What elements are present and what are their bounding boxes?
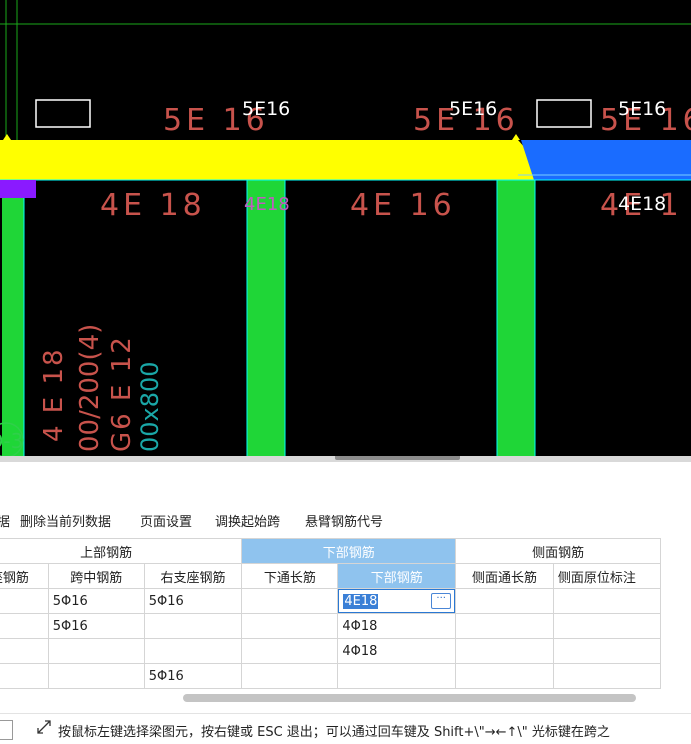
rebar-table: 上部钢筋 下部钢筋 侧面钢筋 座钢筋 跨中钢筋 右支座钢筋 下通长筋 下部钢筋 …	[0, 538, 662, 689]
table-cell[interactable]	[337, 663, 457, 689]
col-header-right-support-rebar[interactable]: 右支座钢筋	[143, 563, 243, 589]
col-header-side-continuous[interactable]: 侧面通长筋	[455, 563, 554, 589]
table-cell[interactable]	[455, 613, 554, 639]
grid-toolbar: 据 删除当前列数据 页面设置 调换起始跨 悬臂钢筋代号	[0, 508, 691, 532]
table-cell[interactable]	[143, 638, 243, 664]
table-cell[interactable]: 5Φ16	[47, 588, 145, 614]
toolbar-item-truncated[interactable]: 据	[0, 511, 10, 530]
column-left	[2, 180, 24, 456]
col-header-side-in-situ[interactable]: 侧面原位标注	[552, 563, 662, 589]
horizontal-scrollbar[interactable]	[183, 694, 636, 702]
col-header-bottom-continuous[interactable]: 下通长筋	[241, 563, 339, 589]
table-cell[interactable]	[241, 613, 339, 639]
table-cell[interactable]	[552, 613, 662, 639]
col-header-bottom-rebar[interactable]: 下部钢筋	[337, 563, 457, 589]
table-row: 5Φ16 4Φ18	[0, 613, 662, 639]
label-box-2	[536, 99, 592, 128]
vertical-label-3: G6 E 12	[107, 335, 137, 452]
beam-selected-yellow	[0, 140, 534, 180]
vertical-label-2: 00/200(4)	[75, 324, 105, 452]
table-cell[interactable]	[552, 588, 662, 614]
table-cell[interactable]	[241, 638, 339, 664]
beam-drawing[interactable]: 5E 16 5E 16 5E 16 5E16 5E16 5E16 4E 18 4…	[0, 0, 691, 456]
table-row: 5Φ16 5Φ16 4E18 ···	[0, 588, 662, 614]
status-bar: 按鼠标左键选择梁图元，按右键或 ESC 退出；可以通过回车键及 Shift+\"…	[0, 713, 691, 744]
table-cell[interactable]	[241, 588, 339, 614]
vertical-label-1: 4 E 18	[39, 347, 69, 442]
table-cell[interactable]	[0, 588, 49, 614]
cantilever-rebar-code-button[interactable]: 悬臂钢筋代号	[305, 511, 383, 530]
label-box-1	[35, 99, 91, 128]
table-cell[interactable]: 4Φ18	[337, 613, 457, 639]
table-cell[interactable]: 5Φ16	[143, 663, 243, 689]
table-cell[interactable]	[0, 663, 49, 689]
cell-editor-value[interactable]: 4E18	[343, 593, 379, 609]
beam-blue	[521, 140, 691, 180]
swap-start-span-button[interactable]: 调换起始跨	[215, 511, 280, 530]
table-cell[interactable]	[455, 663, 554, 689]
cell-editor[interactable]: 4E18 ···	[338, 589, 455, 613]
col-header-midspan-rebar[interactable]: 跨中钢筋	[47, 563, 145, 589]
page-settings-button[interactable]: 页面设置	[140, 511, 192, 530]
table-cell[interactable]	[0, 638, 49, 664]
table-cell[interactable]: 4Φ18	[337, 638, 457, 664]
table-cell[interactable]	[455, 588, 554, 614]
table-cell[interactable]: 5Φ16	[47, 613, 145, 639]
top-rebar-white-1: 5E16	[242, 98, 290, 120]
table-cell[interactable]	[552, 663, 662, 689]
column-right	[497, 180, 535, 456]
bottom-rebar-white: 4E18	[618, 193, 666, 215]
ellipsis-button[interactable]: ···	[431, 593, 452, 609]
table-cell[interactable]	[47, 663, 145, 689]
marker-purple	[0, 180, 36, 198]
table-cell[interactable]	[47, 638, 145, 664]
group-header-bottom-rebar[interactable]: 下部钢筋	[241, 538, 457, 564]
table-cell[interactable]	[552, 638, 662, 664]
bottom-rebar-magenta: 4E18	[244, 194, 290, 215]
delete-column-data-button[interactable]: 删除当前列数据	[20, 511, 111, 530]
vertical-label-cyan: 00x800	[136, 361, 164, 452]
panel-icon[interactable]	[0, 720, 13, 740]
bottom-rebar-red-2: 4E 16	[350, 188, 456, 223]
group-header-side-rebar: 侧面钢筋	[455, 538, 661, 564]
top-rebar-white-2: 5E16	[449, 98, 497, 120]
splitter-grip[interactable]	[335, 456, 460, 460]
table-row: 5Φ16	[0, 663, 662, 689]
table-cell[interactable]	[455, 638, 554, 664]
table-cell[interactable]	[143, 613, 243, 639]
table-row: 4Φ18	[0, 638, 662, 664]
table-cell-editing[interactable]: 4E18 ···	[337, 588, 457, 614]
bottom-rebar-red-1: 4E 18	[100, 188, 206, 223]
table-cell[interactable]	[241, 663, 339, 689]
status-text: 按鼠标左键选择梁图元，按右键或 ESC 退出；可以通过回车键及 Shift+\"…	[58, 725, 610, 740]
top-rebar-white-3: 5E16	[618, 98, 666, 120]
table-cell[interactable]: 5Φ16	[143, 588, 243, 614]
column-middle	[247, 180, 285, 456]
table-cell[interactable]	[0, 613, 49, 639]
axis-bubble-label: D-3	[0, 429, 23, 453]
col-header-support-rebar[interactable]: 座钢筋	[0, 563, 49, 589]
cad-drawing-canvas[interactable]: 5E 16 5E 16 5E 16 5E16 5E16 5E16 4E 18 4…	[0, 0, 691, 456]
group-header-top-rebar: 上部钢筋	[0, 538, 243, 564]
expand-arrows-icon	[37, 720, 51, 734]
